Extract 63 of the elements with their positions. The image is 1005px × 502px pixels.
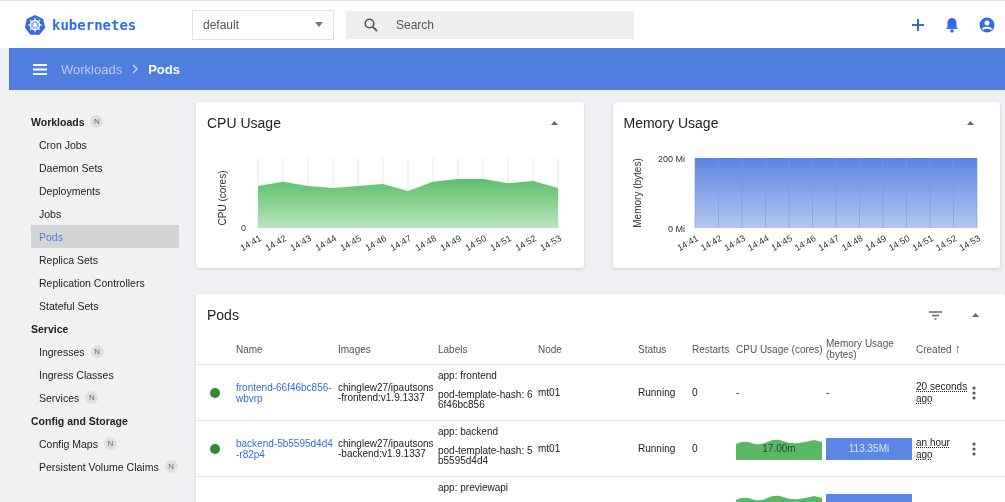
sidebar-item[interactable]: Deployments — [31, 179, 179, 202]
column-header[interactable]: Restarts — [692, 343, 730, 355]
restarts-text: 0 — [692, 443, 698, 454]
node-text: mt01 — [538, 387, 561, 398]
sidebar-item[interactable]: Stateful Sets — [31, 294, 179, 317]
sidebar-item[interactable]: Config Maps N — [31, 432, 179, 455]
tick-label: 0 — [241, 223, 246, 233]
pod-label: pod-template-hash: 5b5595d4d4 — [438, 446, 534, 466]
sidebar-section-title[interactable]: Workloads — [31, 115, 85, 128]
tick-label: 200 Mi — [657, 154, 685, 164]
sidebar-item[interactable]: Ingresses N — [31, 340, 179, 363]
sidebar-item[interactable]: Services N — [31, 386, 179, 409]
namespaced-badge: N — [103, 437, 117, 450]
tick-label: 0 Mi — [667, 224, 685, 234]
sidebar-item[interactable]: Jobs — [31, 202, 179, 225]
image-text: chinglew27/ipautsons-backend:v1.9.1337 — [338, 438, 434, 459]
pod-name-link[interactable]: backend-5b5595d4d4-r82p4 — [236, 437, 334, 460]
namespace-dropdown[interactable]: default — [192, 9, 334, 40]
pod-label: app: previewapi — [438, 483, 509, 493]
sidebar-item[interactable]: Ingress Classes — [31, 363, 179, 386]
sidebar-section-title[interactable]: Config and Storage — [31, 414, 128, 427]
column-header[interactable]: Node — [538, 343, 562, 355]
sidebar-item[interactable]: Replica Sets — [31, 248, 179, 271]
axis-label: Memory (bytes) — [631, 158, 643, 228]
sort-arrow-icon[interactable]: ↑ — [954, 342, 961, 356]
sidebar-section-title[interactable]: Service — [31, 322, 69, 335]
usage-text: - — [736, 387, 740, 398]
pod-name-link[interactable]: frontend-66f46bc856-wbvrp — [236, 381, 334, 404]
sidebar-item[interactable]: Replication Controllers — [31, 271, 179, 294]
pod-label: app: frontend — [438, 371, 497, 381]
namespaced-badge: N — [85, 391, 99, 404]
namespaced-badge: N — [90, 115, 104, 128]
usage-text: - — [826, 387, 830, 398]
sidebar-item[interactable]: Persistent Volume Claims N — [31, 455, 179, 478]
memory-sparkline: 113.35Mi — [826, 437, 912, 460]
pod-label: pod-template-hash: 66f46bc856 — [438, 390, 534, 410]
column-header[interactable]: Created — [916, 343, 952, 355]
sidebar-item[interactable]: Cron Jobs — [31, 133, 179, 156]
card-title: Memory Usage — [623, 115, 719, 131]
status-text: Running — [638, 387, 676, 398]
column-header[interactable]: Name — [236, 343, 263, 355]
cpu-sparkline: 17.00m — [736, 437, 822, 460]
sidebar-item[interactable]: Daemon Sets — [31, 156, 179, 179]
node-text: mt01 — [538, 443, 561, 454]
card-title: CPU Usage — [207, 115, 281, 131]
column-header[interactable]: Images — [338, 343, 371, 355]
card-title: Pods — [207, 307, 239, 323]
breadcrumb: Pods — [148, 61, 180, 77]
restarts-text: 0 — [692, 387, 698, 398]
search-field[interactable]: Search — [346, 10, 634, 39]
app-logo-text[interactable]: kubernetes — [52, 16, 137, 33]
image-text: chinglew27/ipautsons-frontend:v1.9.1337 — [338, 382, 434, 403]
created-time: an hour ago — [916, 436, 951, 461]
namespaced-badge: N — [90, 345, 104, 358]
column-header[interactable]: Status — [638, 343, 667, 355]
axis-label: CPU (cores) — [217, 170, 228, 226]
pod-label: app: backend — [438, 427, 499, 437]
column-header[interactable]: Memory Usage (bytes) — [826, 338, 913, 360]
column-header[interactable]: Labels — [438, 343, 468, 355]
column-header[interactable]: CPU Usage (cores) — [736, 343, 823, 355]
status-text: Running — [638, 443, 676, 454]
namespaced-badge: N — [164, 460, 178, 473]
created-time: 20 seconds ago — [916, 380, 968, 405]
